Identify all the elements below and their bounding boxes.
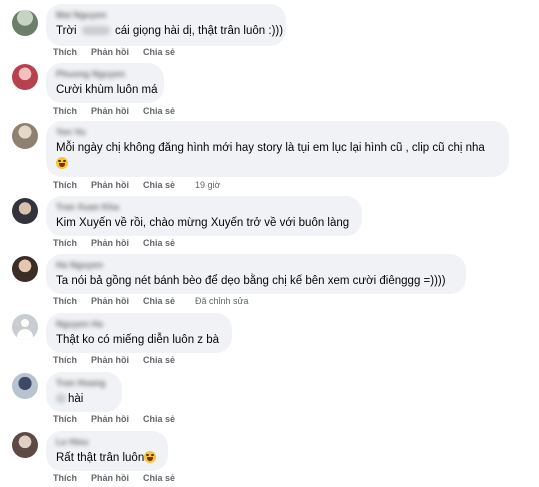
comment-text: hài bbox=[56, 392, 112, 407]
redacted-name bbox=[56, 394, 66, 403]
avatar[interactable] bbox=[12, 123, 38, 149]
comment-bubble: Mai Nguyen Trời cái giọng hài dị, thật t… bbox=[46, 4, 286, 46]
share-button[interactable]: Chia sẻ bbox=[143, 106, 175, 116]
comment-text: Trời cái giọng hài dị, thật trân luôn :)… bbox=[56, 24, 283, 39]
like-button[interactable]: Thích bbox=[53, 106, 77, 116]
avatar[interactable] bbox=[12, 198, 38, 224]
commenter-name[interactable]: Le Hieu bbox=[56, 437, 158, 447]
comment-actions: Thích Phản hồi Chia sẻ bbox=[53, 355, 189, 366]
like-button[interactable]: Thích bbox=[53, 238, 77, 248]
comment-actions: Thích Phản hồi Chia sẻ bbox=[53, 238, 189, 249]
comment-text-part: hài bbox=[68, 393, 84, 405]
commenter-name[interactable]: Tran Hoang bbox=[56, 378, 112, 388]
reply-button[interactable]: Phản hồi bbox=[91, 473, 129, 483]
edited-label: Đã chỉnh sửa bbox=[195, 296, 249, 306]
share-button[interactable]: Chia sẻ bbox=[143, 473, 175, 483]
reply-button[interactable]: Phản hồi bbox=[91, 47, 129, 57]
share-button[interactable]: Chia sẻ bbox=[143, 47, 175, 57]
laughing-face-icon bbox=[56, 157, 68, 169]
share-button[interactable]: Chia sẻ bbox=[143, 238, 175, 248]
comment-bubble: Nguyen Ha Thật ko có miếng diễn luôn z b… bbox=[46, 313, 232, 353]
reply-button[interactable]: Phản hồi bbox=[91, 180, 129, 190]
comment-text: Rất thật trân luôn bbox=[56, 451, 158, 466]
redacted-name bbox=[81, 26, 110, 35]
like-button[interactable]: Thích bbox=[53, 47, 77, 57]
like-button[interactable]: Thích bbox=[53, 414, 77, 424]
share-button[interactable]: Chia sẻ bbox=[143, 414, 175, 424]
reply-button[interactable]: Phản hồi bbox=[91, 238, 129, 248]
commenter-name[interactable]: Yen Vu bbox=[56, 127, 499, 137]
like-button[interactable]: Thích bbox=[53, 296, 77, 306]
reply-button[interactable]: Phản hồi bbox=[91, 414, 129, 424]
reply-button[interactable]: Phản hồi bbox=[91, 355, 129, 365]
commenter-name[interactable]: Ha Nguyen bbox=[56, 260, 456, 270]
like-button[interactable]: Thích bbox=[53, 473, 77, 483]
avatar[interactable] bbox=[12, 10, 38, 36]
comment-text: Mỗi ngày chị không đăng hình mới hay sto… bbox=[56, 142, 485, 154]
commenter-name[interactable]: Mai Nguyen bbox=[56, 10, 276, 20]
comment-text: Kim Xuyến về rồi, chào mừng Xuyến trở về… bbox=[56, 217, 350, 229]
comment-text-part: Trời bbox=[56, 25, 77, 37]
comment-actions: Thích Phản hồi Chia sẻ bbox=[53, 473, 189, 484]
comment-actions: Thích Phản hồi Chia sẻ Đã chỉnh sửa bbox=[53, 296, 263, 307]
comment-actions: Thích Phản hồi Chia sẻ 19 giờ bbox=[53, 180, 234, 191]
comment-emoji-line bbox=[56, 157, 499, 172]
comment-text: Cười khùm luôn má bbox=[56, 84, 158, 96]
like-button[interactable]: Thích bbox=[53, 355, 77, 365]
comment-time[interactable]: 19 giờ bbox=[195, 180, 220, 190]
comment-bubble: Ha Nguyen Ta nói bả gồng nét bánh bèo để… bbox=[46, 254, 466, 294]
like-button[interactable]: Thích bbox=[53, 180, 77, 190]
comment-text-part: cái giọng hài dị, thật trân luôn :))) bbox=[114, 25, 284, 37]
commenter-name[interactable]: Nguyen Ha bbox=[56, 319, 222, 329]
commenter-name[interactable]: Tran Xuan Kha bbox=[56, 202, 352, 212]
reply-button[interactable]: Phản hồi bbox=[91, 106, 129, 116]
comment-bubble: Phuong Nguyen Cười khùm luôn má bbox=[46, 63, 164, 103]
comment-text: Thật ko có miếng diễn luôn z bà bbox=[56, 334, 220, 346]
commenter-name[interactable]: Phuong Nguyen bbox=[56, 69, 154, 79]
comment-bubble: Tran Hoang hài bbox=[46, 372, 122, 412]
laughing-face-icon bbox=[144, 451, 157, 463]
share-button[interactable]: Chia sẻ bbox=[143, 355, 175, 365]
comment-bubble: Tran Xuan Kha Kim Xuyến về rồi, chào mừn… bbox=[46, 196, 362, 236]
share-button[interactable]: Chia sẻ bbox=[143, 180, 175, 190]
avatar[interactable] bbox=[12, 256, 38, 282]
default-avatar-icon bbox=[21, 319, 29, 327]
comment-bubble: Yen Vu Mỗi ngày chị không đăng hình mới … bbox=[46, 121, 509, 177]
avatar[interactable] bbox=[12, 373, 38, 399]
comment-actions: Thích Phản hồi Chia sẻ bbox=[53, 414, 189, 425]
comment-text: Ta nói bả gồng nét bánh bèo để dẹo bằng … bbox=[56, 275, 446, 287]
comment-actions: Thích Phản hồi Chia sẻ bbox=[53, 47, 189, 58]
avatar[interactable] bbox=[12, 432, 38, 458]
avatar[interactable] bbox=[12, 64, 38, 90]
share-button[interactable]: Chia sẻ bbox=[143, 296, 175, 306]
comment-actions: Thích Phản hồi Chia sẻ bbox=[53, 106, 189, 117]
comment-text-part: Rất thật trân luôn bbox=[56, 452, 145, 464]
comment-bubble: Le Hieu Rất thật trân luôn bbox=[46, 431, 168, 471]
avatar[interactable] bbox=[12, 314, 38, 340]
reply-button[interactable]: Phản hồi bbox=[91, 296, 129, 306]
